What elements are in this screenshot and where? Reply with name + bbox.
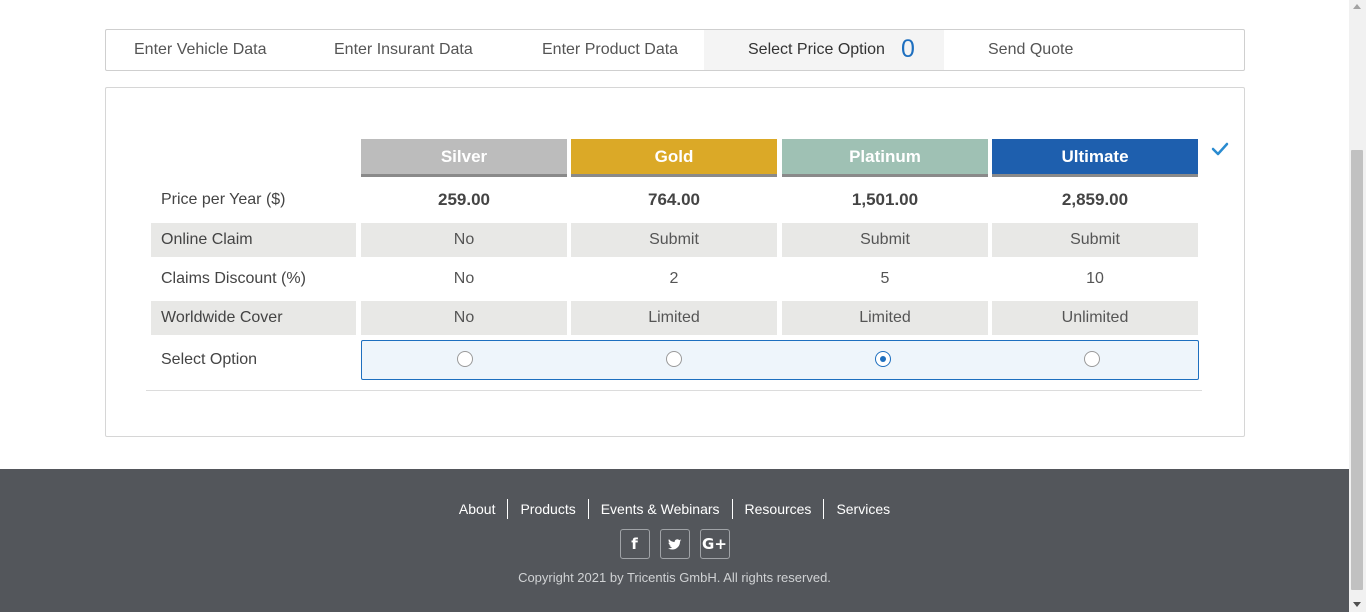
- price-silver: 259.00: [438, 190, 490, 209]
- twitter-icon[interactable]: [659, 529, 690, 559]
- copyright-text: Copyright 2021 by Tricentis GmbH. All ri…: [518, 570, 831, 585]
- checkmark-icon: [1211, 142, 1229, 156]
- tab-enter-vehicle-data[interactable]: Enter Vehicle Data: [134, 30, 267, 70]
- plan-header-silver: Silver: [361, 139, 567, 177]
- tab-enter-product-data[interactable]: Enter Product Data: [542, 30, 678, 70]
- online-claim-gold: Submit: [571, 223, 777, 257]
- price-platinum: 1,501.00: [851, 190, 919, 209]
- price-ultimate: 2,859.00: [1061, 190, 1129, 209]
- online-claim-silver: No: [361, 223, 567, 257]
- row-label-select-option: Select Option: [161, 351, 258, 368]
- claims-discount-platinum: 5: [880, 270, 890, 287]
- price-gold: 764.00: [648, 190, 700, 209]
- worldwide-cover-gold: Limited: [571, 301, 777, 335]
- footer: About Products Events & Webinars Resources S…: [0, 469, 1349, 612]
- tab-enter-insurant-data[interactable]: Enter Insurant Data: [334, 30, 473, 70]
- footer-link-about[interactable]: About: [447, 499, 508, 519]
- online-claim-platinum: Submit: [782, 223, 988, 257]
- scroll-thumb[interactable]: [1351, 150, 1363, 590]
- tab-label: Select Price Option: [748, 41, 885, 59]
- claims-discount-ultimate: 10: [1086, 270, 1104, 287]
- facebook-icon[interactable]: f: [619, 529, 650, 559]
- tab-label: Enter Vehicle Data: [134, 41, 267, 58]
- radio-silver[interactable]: [457, 351, 473, 367]
- radio-gold[interactable]: [666, 351, 682, 367]
- tab-counter: 0: [900, 35, 915, 63]
- plan-header-ultimate: Ultimate: [992, 139, 1198, 177]
- page: Enter Vehicle Data Enter Insurant Data E…: [0, 0, 1349, 612]
- claims-discount-gold: 2: [669, 270, 679, 287]
- tab-label: Send Quote: [988, 41, 1074, 58]
- claims-discount-silver: No: [453, 270, 475, 287]
- online-claim-ultimate: Submit: [992, 223, 1198, 257]
- row-label-claims-discount: Claims Discount (%): [161, 270, 306, 287]
- table-divider: [146, 390, 1202, 391]
- tab-label: Enter Insurant Data: [334, 41, 473, 58]
- worldwide-cover-ultimate: Unlimited: [992, 301, 1198, 335]
- worldwide-cover-silver: No: [361, 301, 567, 335]
- row-label-online-claim: Online Claim: [151, 223, 356, 257]
- row-label-price-per-year: Price per Year ($): [161, 191, 286, 208]
- wizard-nav: Enter Vehicle Data Enter Insurant Data E…: [105, 29, 1245, 71]
- tab-select-price-option[interactable]: Select Price Option 0: [704, 30, 944, 70]
- tab-send-quote[interactable]: Send Quote: [988, 30, 1073, 70]
- plan-header-gold: Gold: [571, 139, 777, 177]
- row-label-worldwide-cover: Worldwide Cover: [151, 301, 356, 335]
- google-plus-icon[interactable]: G+: [699, 529, 730, 559]
- tab-label: Enter Product Data: [542, 41, 679, 58]
- select-option-group: [361, 340, 1199, 380]
- radio-ultimate[interactable]: [1084, 351, 1100, 367]
- footer-link-resources[interactable]: Resources: [731, 499, 824, 519]
- footer-link-services[interactable]: Services: [823, 499, 902, 519]
- plan-header-platinum: Platinum: [782, 139, 988, 177]
- footer-nav: About Products Events & Webinars Resources S…: [0, 499, 1349, 519]
- worldwide-cover-platinum: Limited: [782, 301, 988, 335]
- scroll-down-arrow-icon[interactable]: [1353, 602, 1361, 607]
- social-links: f G+: [0, 529, 1349, 559]
- radio-platinum[interactable]: [875, 351, 891, 367]
- scrollbar[interactable]: [1349, 0, 1366, 612]
- footer-link-products[interactable]: Products: [507, 499, 587, 519]
- footer-link-events-webinars[interactable]: Events & Webinars: [587, 499, 732, 519]
- scroll-up-arrow-icon[interactable]: [1353, 4, 1361, 9]
